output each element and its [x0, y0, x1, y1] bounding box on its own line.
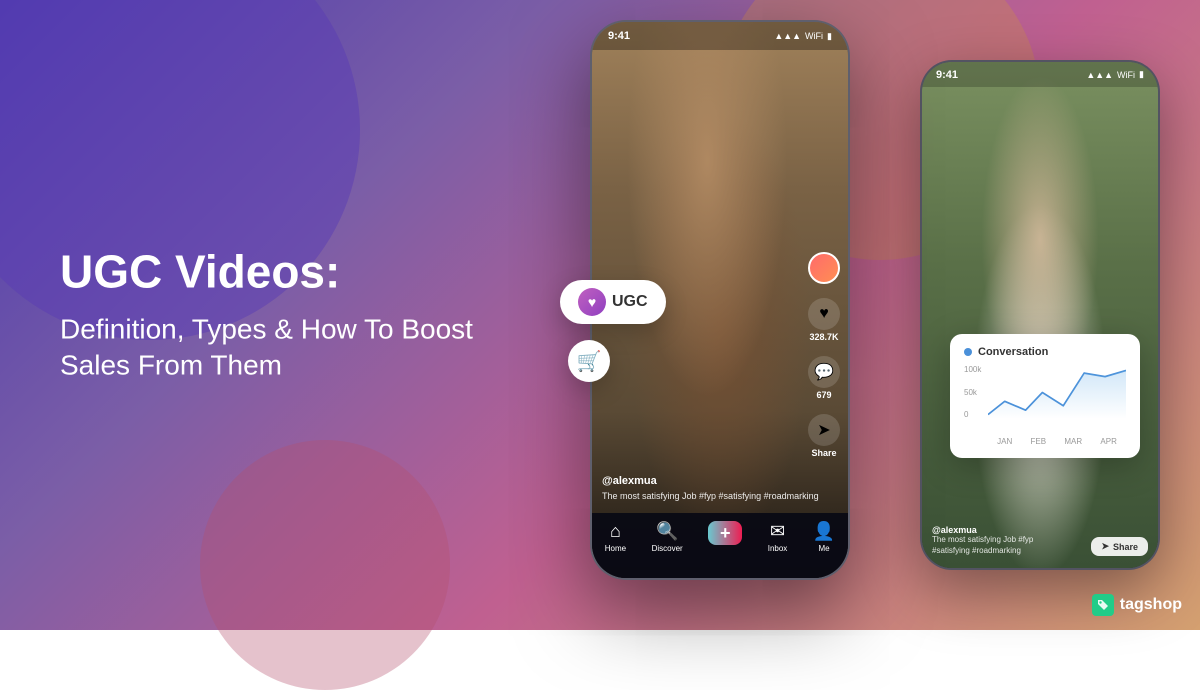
- ugc-label: UGC: [612, 293, 648, 311]
- x-label-mar: MAR: [1064, 437, 1082, 446]
- nav-me-label: Me: [818, 544, 829, 553]
- phone-time: 9:41: [608, 30, 630, 42]
- phone-sec-user-info: @alexmua The most satisfying Job #fyp #s…: [932, 525, 1062, 556]
- nav-inbox[interactable]: ✉ Inbox: [768, 521, 788, 553]
- text-section: UGC Videos: Definition, Types & How To B…: [60, 246, 480, 383]
- sec-battery-icon: ▮: [1139, 69, 1144, 80]
- basket-badge: 🛒: [568, 340, 610, 382]
- analytics-title: Conversation: [978, 346, 1048, 358]
- inbox-icon: ✉: [770, 521, 785, 542]
- sec-signal-icon: ▲▲▲: [1086, 70, 1113, 80]
- tagshop-icon: [1092, 594, 1114, 616]
- comment-icon: 💬: [808, 356, 840, 388]
- share-button-label: Share: [1113, 542, 1138, 552]
- tagshop-logo-svg: [1096, 598, 1110, 612]
- chart-x-labels: JAN FEB MAR APR: [964, 437, 1126, 446]
- chart-y-labels: 100k 50k 0: [964, 366, 981, 419]
- y-label-50k: 50k: [964, 389, 981, 397]
- analytics-title-row: Conversation: [964, 346, 1126, 358]
- tiktok-right-panel: ♥ 328.7K 💬 679 ➤ Share: [808, 252, 840, 458]
- nav-home-label: Home: [605, 544, 626, 553]
- phone-sec-time: 9:41: [936, 69, 958, 81]
- tiktok-username: @alexmua: [602, 475, 819, 487]
- chart-line: [988, 366, 1126, 419]
- nav-add[interactable]: +: [708, 521, 742, 545]
- home-icon: ⌂: [610, 521, 621, 542]
- nav-discover-label: Discover: [652, 544, 683, 553]
- tiktok-avatar: [808, 252, 840, 284]
- wifi-icon: WiFi: [805, 31, 823, 41]
- analytics-dot: [964, 348, 972, 356]
- add-icon: +: [708, 521, 742, 545]
- phones-container: ♥ UGC 🛒 9:41 ▲▲▲ WiFi ▮: [490, 0, 1170, 630]
- nav-me[interactable]: 👤 Me: [813, 521, 835, 553]
- nav-home[interactable]: ⌂ Home: [605, 521, 626, 553]
- sec-wifi-icon: WiFi: [1117, 70, 1135, 80]
- signal-icon: ▲▲▲: [774, 31, 801, 41]
- tiktok-caption: The most satisfying Job #fyp #satisfying…: [602, 490, 819, 503]
- tagshop-label: tagshop: [1120, 596, 1182, 614]
- phone-sec-username: @alexmua: [932, 525, 1062, 535]
- tiktok-share-action[interactable]: ➤ Share: [808, 414, 840, 458]
- tiktok-comment-action[interactable]: 💬 679: [808, 356, 840, 400]
- blob-right-bottom: [200, 440, 450, 690]
- like-icon: ♥: [808, 298, 840, 330]
- phone-secondary: 9:41 ▲▲▲ WiFi ▮ Conversation 100k 50k 0: [920, 60, 1160, 570]
- tiktok-bottom-text: @alexmua The most satisfying Job #fyp #s…: [602, 475, 819, 503]
- x-label-jan: JAN: [997, 437, 1012, 446]
- ugc-heart-icon: ♥: [578, 288, 606, 316]
- phone-sec-screen: [922, 62, 1158, 568]
- battery-icon: ▮: [827, 31, 832, 42]
- nav-inbox-label: Inbox: [768, 544, 788, 553]
- y-label-100k: 100k: [964, 366, 981, 374]
- tiktok-nav: ⌂ Home 🔍 Discover + ✉ Inbox 👤 Me: [592, 513, 848, 578]
- chart-area: 100k 50k 0: [964, 366, 1126, 431]
- tiktok-like-action[interactable]: ♥ 328.7K: [808, 298, 840, 342]
- share-label: Share: [811, 448, 836, 458]
- main-title: UGC Videos:: [60, 246, 480, 297]
- phone-sec-caption: The most satisfying Job #fyp #satisfying…: [932, 535, 1062, 556]
- chart-svg: [988, 366, 1126, 419]
- analytics-card: Conversation 100k 50k 0: [950, 334, 1140, 458]
- phone-sec-bottom: @alexmua The most satisfying Job #fyp #s…: [932, 525, 1148, 556]
- x-label-feb: FEB: [1031, 437, 1047, 446]
- sub-title: Definition, Types & How To Boost Sales F…: [60, 311, 480, 384]
- basket-icon: 🛒: [577, 349, 602, 374]
- share-icon: ➤: [808, 414, 840, 446]
- x-label-apr: APR: [1100, 437, 1116, 446]
- ugc-badge: ♥ UGC: [560, 280, 666, 324]
- share-arrow-icon: ➤: [1101, 541, 1109, 552]
- phone-main-statusbar: 9:41 ▲▲▲ WiFi ▮: [592, 22, 848, 50]
- statusbar-icons: ▲▲▲ WiFi ▮: [774, 31, 832, 42]
- nav-discover[interactable]: 🔍 Discover: [652, 521, 683, 553]
- phone-sec-statusbar: 9:41 ▲▲▲ WiFi ▮: [922, 62, 1158, 87]
- tagshop-logo: tagshop: [1092, 594, 1182, 616]
- sec-statusbar-icons: ▲▲▲ WiFi ▮: [1086, 69, 1144, 80]
- like-count: 328.7K: [809, 332, 838, 342]
- comment-count: 679: [816, 390, 831, 400]
- profile-icon: 👤: [813, 521, 835, 542]
- discover-icon: 🔍: [656, 521, 678, 542]
- y-label-0: 0: [964, 411, 981, 419]
- share-button[interactable]: ➤ Share: [1091, 537, 1148, 556]
- person-figure: [922, 62, 1158, 568]
